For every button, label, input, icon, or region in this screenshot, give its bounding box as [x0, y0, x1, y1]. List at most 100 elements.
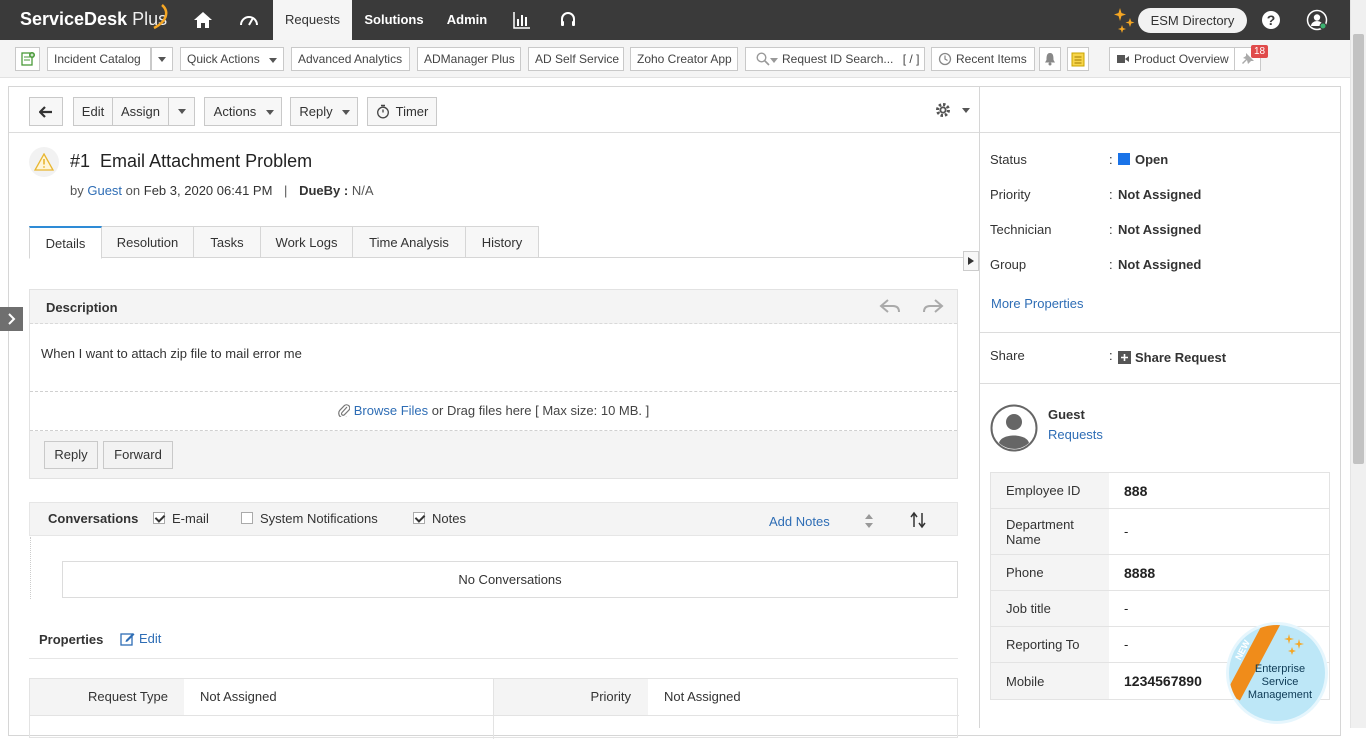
reply-dropdown-button[interactable]: Reply — [290, 97, 358, 126]
requester-name: Guest — [1048, 407, 1085, 422]
app-logo[interactable]: ServiceDesk Plus — [20, 9, 167, 30]
announcement-bell-icon[interactable] — [1039, 47, 1061, 71]
esm-directory-button[interactable]: ESM Directory — [1138, 8, 1247, 33]
sidebar-priority-value[interactable]: Not Assigned — [1118, 187, 1201, 202]
actions-label: Actions — [213, 104, 257, 119]
chevron-down-icon — [269, 58, 277, 63]
actions-button[interactable]: Actions — [204, 97, 282, 126]
reply-label: Reply — [299, 104, 333, 119]
nav-solutions[interactable]: Solutions — [355, 0, 433, 40]
incident-catalog-dropdown[interactable] — [151, 47, 173, 71]
notes-filter-label: Notes — [432, 511, 466, 526]
recent-items-button[interactable]: Recent Items — [931, 47, 1035, 71]
chevron-right-icon — [7, 313, 15, 325]
left-panel-toggle[interactable] — [0, 307, 23, 331]
meta-separator: | — [284, 183, 288, 198]
notification-badge: 18 — [1251, 45, 1268, 58]
tab-resolution[interactable]: Resolution — [102, 226, 194, 258]
request-search-input[interactable]: Request ID Search... [ / ] — [745, 47, 925, 71]
scrollbar-thumb[interactable] — [1353, 34, 1364, 464]
sidebar-divider — [980, 383, 1340, 384]
share-request-button[interactable]: Share Request — [1118, 350, 1226, 365]
recent-items-label: Recent Items — [956, 52, 1027, 66]
back-button[interactable] — [29, 97, 63, 126]
user-profile-icon[interactable] — [1297, 0, 1337, 40]
employee-row: Phone 8888 — [991, 555, 1329, 591]
add-notes-link[interactable]: Add Notes — [769, 514, 830, 529]
esm-floating-badge[interactable]: NEW Enterprise Service Management — [1226, 622, 1328, 724]
properties-edit-label: Edit — [139, 631, 162, 646]
tab-work-logs[interactable]: Work Logs — [261, 226, 353, 258]
advanced-analytics-button[interactable]: Advanced Analytics — [291, 47, 410, 71]
incident-catalog-button[interactable]: Incident Catalog — [47, 47, 151, 71]
status-color-swatch — [1118, 153, 1130, 165]
forward-arrow-icon[interactable] — [922, 298, 944, 314]
email-checkbox[interactable] — [153, 512, 165, 524]
tab-details[interactable]: Details — [29, 226, 102, 259]
headset-icon[interactable] — [548, 0, 588, 40]
ad-self-service-button[interactable]: AD Self Service — [528, 47, 624, 71]
new-request-icon[interactable] — [15, 47, 40, 71]
assign-button[interactable]: Assign — [112, 97, 169, 126]
status-value[interactable]: Open — [1135, 152, 1168, 167]
requester-avatar-icon — [990, 404, 1038, 452]
employee-key: Mobile — [991, 663, 1109, 699]
conversations-heading: Conversations — [48, 511, 139, 526]
expand-collapse-icon[interactable] — [864, 513, 874, 529]
requester-link[interactable]: Guest — [87, 183, 122, 198]
notes-icon[interactable] — [1067, 47, 1089, 71]
reports-icon[interactable] — [502, 0, 542, 40]
product-overview-button[interactable]: Product Overview — [1109, 47, 1235, 71]
request-type-label: Request Type — [88, 689, 168, 704]
browse-files-link[interactable]: Browse Files — [354, 403, 428, 418]
more-properties-link[interactable]: More Properties — [991, 296, 1083, 311]
employee-value: - — [1124, 601, 1129, 616]
request-id: #1 — [70, 151, 91, 171]
request-priority-badge — [29, 147, 59, 177]
timer-button[interactable]: Timer — [367, 97, 437, 126]
nav-requests[interactable]: Requests — [273, 0, 352, 40]
tab-history[interactable]: History — [466, 226, 539, 258]
chevron-down-icon — [962, 108, 970, 113]
attachment-dropzone[interactable]: Browse Files or Drag files here [ Max si… — [30, 391, 957, 431]
page-scrollbar[interactable] — [1350, 0, 1366, 728]
top-navbar: ServiceDesk Plus Requests Solutions Admi… — [0, 0, 1350, 40]
description-header: Description — [30, 290, 957, 324]
esm-stars-icon — [1284, 634, 1304, 655]
reply-button[interactable]: Reply — [44, 441, 98, 469]
tab-tasks[interactable]: Tasks — [194, 226, 261, 258]
help-icon[interactable]: ? — [1251, 0, 1291, 40]
group-value[interactable]: Not Assigned — [1118, 257, 1201, 272]
chevron-down-icon — [266, 110, 274, 115]
dashboard-icon[interactable] — [229, 0, 269, 40]
system-notifications-checkbox[interactable] — [241, 512, 253, 524]
properties-divider — [29, 658, 958, 659]
logo-text: ServiceDesk — [20, 9, 128, 29]
home-icon[interactable] — [183, 0, 223, 40]
forward-button[interactable]: Forward — [103, 441, 173, 469]
nav-admin[interactable]: Admin — [437, 0, 497, 40]
product-overview-label: Product Overview — [1134, 52, 1229, 66]
properties-edit-link[interactable]: Edit — [120, 631, 161, 646]
reply-arrow-icon[interactable] — [879, 298, 901, 314]
drag-files-text: or Drag files here [ Max size: 10 MB. ] — [431, 403, 650, 418]
logo-swoosh-icon — [153, 4, 168, 30]
settings-menu[interactable] — [934, 100, 974, 120]
technician-value[interactable]: Not Assigned — [1118, 222, 1201, 237]
employee-key: Employee ID — [991, 473, 1109, 508]
sort-order-icon[interactable] — [909, 511, 927, 529]
edit-pencil-icon — [120, 633, 135, 646]
assign-dropdown[interactable] — [168, 97, 195, 126]
zoho-creator-button[interactable]: Zoho Creator App — [630, 47, 738, 71]
quick-actions-button[interactable]: Quick Actions — [180, 47, 284, 71]
edit-button[interactable]: Edit — [73, 97, 113, 126]
requester-requests-link[interactable]: Requests — [1048, 427, 1103, 442]
admanager-plus-button[interactable]: ADManager Plus — [417, 47, 521, 71]
tab-time-analysis[interactable]: Time Analysis — [353, 226, 466, 258]
collapse-sidebar-toggle[interactable] — [963, 251, 979, 271]
system-notifications-label: System Notifications — [260, 511, 378, 526]
warning-icon — [34, 153, 54, 171]
employee-key: Reporting To — [991, 627, 1109, 662]
notes-checkbox[interactable] — [413, 512, 425, 524]
employee-row: Employee ID 888 — [991, 473, 1329, 509]
